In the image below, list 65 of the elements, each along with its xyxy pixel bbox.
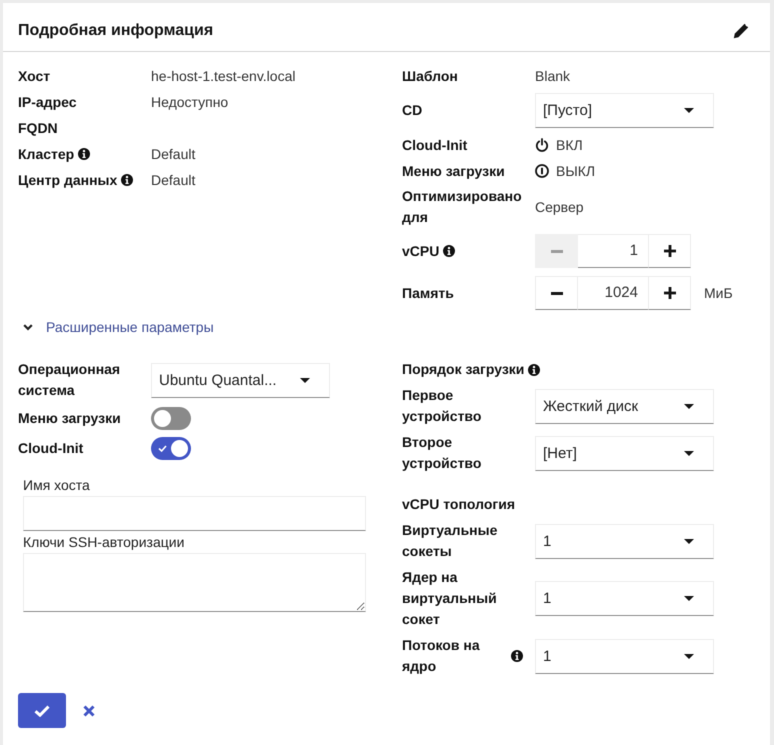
- field-label: Меню загрузки: [402, 162, 505, 181]
- field-label: Cloud-Init: [18, 438, 84, 458]
- dropdown[interactable]: [Пусто]: [535, 93, 714, 128]
- toggle-switch[interactable]: [151, 406, 191, 430]
- field-label: Центр данных: [18, 170, 118, 190]
- panel-title: Подробная информация: [18, 20, 214, 40]
- field-value: he-host-1.test-env.local: [151, 66, 296, 86]
- field-value: Сервер: [535, 198, 584, 217]
- dropdown[interactable]: Жесткий диск: [535, 388, 714, 424]
- minus-icon: [550, 292, 562, 294]
- dropdown[interactable]: 1: [535, 581, 714, 616]
- field-label: Ядер на виртуальный сокет: [402, 568, 498, 629]
- dropdown[interactable]: [Нет]: [535, 436, 714, 470]
- edit-button[interactable]: [733, 22, 749, 38]
- caret-icon: [684, 654, 694, 658]
- caret-icon: [684, 108, 694, 113]
- field-value: Default: [151, 170, 196, 190]
- caret-icon: [684, 450, 694, 456]
- field-value: ВКЛ: [556, 136, 583, 154]
- field-label: Ключи SSH-авторизации: [23, 533, 184, 551]
- caret-icon: [684, 596, 694, 601]
- check-icon: [158, 444, 167, 452]
- dropdown[interactable]: 1: [535, 524, 714, 558]
- close-icon: [83, 704, 95, 716]
- field-label: Операционная система: [18, 360, 122, 400]
- toggle-switch[interactable]: [151, 436, 191, 460]
- caret-icon: [684, 538, 694, 544]
- field-label: Первое устройство: [402, 386, 482, 426]
- field-value: Default: [151, 144, 196, 164]
- save-button[interactable]: [18, 693, 66, 728]
- field-value: Blank: [535, 66, 570, 86]
- increment-button[interactable]: [648, 276, 691, 310]
- field-value: Недоступно: [151, 92, 228, 112]
- field-label: vCPU: [402, 242, 440, 260]
- increment-button[interactable]: [648, 234, 691, 268]
- field-label: Виртуальные сокеты: [402, 521, 498, 561]
- dropdown[interactable]: 1: [535, 638, 714, 674]
- advanced-options-toggle[interactable]: Расширенные параметры: [18, 314, 214, 340]
- check-icon: [34, 704, 50, 716]
- field-label: Cloud-Init: [402, 136, 468, 154]
- caret-icon: [684, 404, 694, 408]
- field-label: Потоков на ядро: [402, 636, 481, 676]
- dropdown[interactable]: Ubuntu Quantal...: [151, 362, 330, 398]
- field-label: IP-адрес: [18, 92, 77, 112]
- section-heading: vCPU топология: [402, 495, 515, 514]
- pencil-icon: [733, 22, 749, 38]
- text-field[interactable]: [23, 496, 366, 531]
- minus-icon: [550, 250, 562, 252]
- plus-icon: [664, 287, 676, 299]
- field-value: ВЫКЛ: [556, 162, 596, 180]
- field-label: Меню загрузки: [18, 408, 121, 428]
- field-label: Оптимизировано для: [402, 187, 523, 227]
- caret-icon: [300, 378, 310, 382]
- decrement-button[interactable]: [535, 276, 578, 310]
- field-label: CD: [402, 101, 422, 120]
- unit-label: МиБ: [704, 284, 733, 302]
- field-label: Шаблон: [402, 66, 458, 86]
- field-label: Память: [402, 284, 454, 302]
- field-label: Кластер: [18, 144, 74, 164]
- field-label: Имя хоста: [23, 476, 90, 494]
- field-label: Хост: [18, 66, 50, 86]
- field-label: FQDN: [18, 118, 58, 138]
- field-label: Второе устройство: [402, 433, 482, 473]
- plus-icon: [664, 245, 676, 257]
- section-heading: Порядок загрузки: [402, 360, 524, 379]
